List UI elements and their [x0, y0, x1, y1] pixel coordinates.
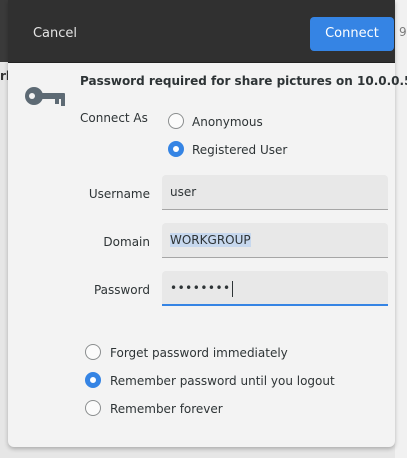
username-field[interactable]: user: [162, 175, 388, 210]
cancel-button[interactable]: Cancel: [22, 17, 88, 51]
background-text: 9: [399, 25, 407, 39]
background-window-edge: [395, 0, 407, 458]
domain-field[interactable]: WORKGROUP: [162, 223, 388, 258]
text-caret: [231, 280, 233, 297]
registered-user-radio-label[interactable]: Registered User: [192, 143, 287, 157]
dialog-headerbar: Cancel Connect: [8, 0, 395, 63]
anonymous-radio[interactable]: [168, 113, 184, 129]
registered-user-radio[interactable]: [168, 141, 184, 157]
password-value: ••••••••: [170, 281, 231, 295]
forget-password-radio-label[interactable]: Forget password immediately: [110, 346, 288, 360]
domain-value: WORKGROUP: [170, 233, 251, 247]
connect-button[interactable]: Connect: [310, 17, 394, 51]
dialog-title: Password required for share pictures on …: [80, 74, 407, 88]
password-label: Password: [93, 283, 150, 297]
remember-forever-radio-label[interactable]: Remember forever: [110, 402, 223, 416]
forget-password-radio[interactable]: [85, 344, 101, 360]
domain-label: Domain: [103, 235, 150, 249]
remember-forever-radio[interactable]: [85, 400, 101, 416]
key-icon: [25, 87, 65, 106]
password-dialog: Cancel Connect Password required for sha…: [8, 0, 407, 447]
anonymous-radio-label[interactable]: Anonymous: [192, 115, 263, 129]
username-label: Username: [88, 187, 150, 201]
remember-until-logout-radio-label[interactable]: Remember password until you logout: [110, 374, 335, 388]
connect-as-label: Connect As: [80, 111, 148, 125]
password-field[interactable]: ••••••••: [162, 271, 388, 306]
username-value: user: [170, 185, 197, 199]
remember-until-logout-radio[interactable]: [85, 372, 101, 388]
